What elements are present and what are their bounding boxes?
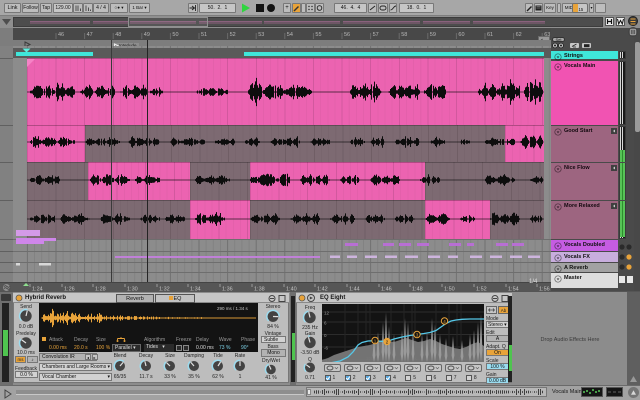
svg-text:51: 51 [201,32,207,38]
svg-text:54: 54 [287,32,293,38]
svg-text:55: 55 [315,32,321,38]
svg-text:56: 56 [344,32,350,38]
svg-text:47: 47 [87,32,93,38]
svg-text:52: 52 [230,32,236,38]
svg-text:50: 50 [172,32,178,38]
svg-text:61: 61 [487,32,493,38]
svg-text:62: 62 [516,32,522,38]
svg-text:49: 49 [144,32,150,38]
svg-text:60: 60 [458,32,464,38]
svg-text:59: 59 [430,32,436,38]
svg-text:0: 0 [324,333,327,338]
svg-text:53: 53 [258,32,264,38]
svg-text:12: 12 [324,311,330,316]
svg-text:46: 46 [58,32,64,38]
svg-text:6: 6 [324,321,327,326]
svg-text:48: 48 [115,32,121,38]
svg-text:58: 58 [401,32,407,38]
svg-text:-6: -6 [324,346,328,351]
svg-text:57: 57 [373,32,379,38]
